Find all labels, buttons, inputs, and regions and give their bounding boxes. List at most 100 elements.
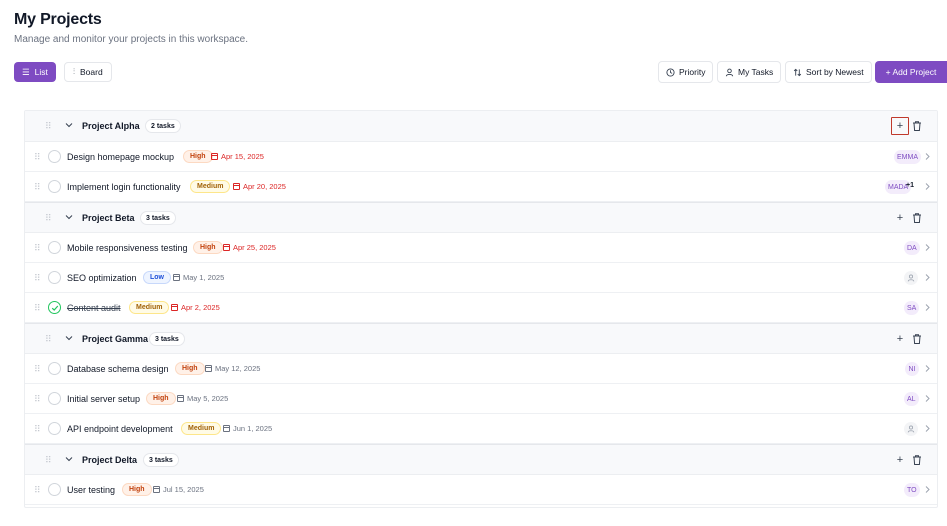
drag-handle-icon[interactable]: ⠿	[45, 214, 52, 223]
due-date: Apr 25, 2025	[223, 243, 276, 252]
sort-button[interactable]: Sort by Newest	[785, 61, 872, 83]
assignee-avatar[interactable]: TO	[904, 483, 920, 497]
my-tasks-button[interactable]: My Tasks	[717, 61, 782, 83]
add-task-button[interactable]: +	[891, 117, 909, 135]
priority-badge: Medium	[181, 422, 222, 435]
chevron-right-icon[interactable]	[923, 152, 931, 161]
task-row[interactable]: ⠿ Mobile responsiveness testing High Apr…	[25, 233, 937, 263]
assignee-avatar[interactable]: NI	[905, 362, 919, 376]
project-name: Project Beta	[82, 213, 135, 223]
drag-handle-icon[interactable]: ⠿	[34, 395, 41, 404]
due-date: May 12, 2025	[205, 364, 260, 373]
chevron-right-icon[interactable]	[923, 485, 931, 494]
drag-handle-icon[interactable]: ⠿	[45, 456, 52, 465]
chevron-right-icon[interactable]	[923, 303, 931, 312]
more-assignees[interactable]: +1	[906, 182, 914, 189]
drag-handle-icon[interactable]: ⠿	[34, 425, 41, 434]
board-view-button[interactable]: ⫶ Board	[64, 62, 112, 82]
task-checkbox[interactable]	[48, 422, 61, 435]
unassigned-user-icon[interactable]	[904, 422, 918, 436]
due-date: Jul 15, 2025	[153, 485, 204, 494]
trash-icon[interactable]	[911, 120, 923, 132]
task-checkbox[interactable]	[48, 180, 61, 193]
drag-handle-icon[interactable]: ⠿	[34, 153, 41, 162]
list-view-label: List	[34, 67, 48, 77]
task-title: User testing	[67, 485, 116, 495]
project-name: Project Gamma	[82, 334, 149, 344]
assignee-avatar[interactable]: SA	[904, 301, 920, 315]
trash-icon[interactable]	[911, 333, 923, 345]
project-group-alpha[interactable]: ⠿ Project Alpha 2 tasks +	[25, 111, 937, 142]
chevron-right-icon[interactable]	[923, 182, 931, 191]
list-view-button[interactable]: ☰ List	[14, 62, 56, 82]
task-checkbox[interactable]	[48, 392, 61, 405]
add-task-button[interactable]: +	[891, 330, 909, 348]
drag-handle-icon[interactable]: ⠿	[45, 122, 52, 131]
drag-handle-icon[interactable]: ⠿	[34, 244, 41, 253]
priority-badge: High	[183, 150, 213, 163]
task-title: Implement login functionality	[67, 182, 181, 192]
drag-handle-icon[interactable]: ⠿	[45, 335, 52, 344]
calendar-icon	[173, 274, 180, 281]
drag-handle-icon[interactable]: ⠿	[34, 486, 41, 495]
task-checkbox[interactable]	[48, 483, 61, 496]
assignee-avatar[interactable]: EMMA	[894, 150, 921, 164]
priority-badge: High	[193, 241, 223, 254]
checkmark-icon	[51, 305, 58, 311]
drag-handle-icon[interactable]: ⠿	[34, 365, 41, 374]
page-title: My Projects	[14, 11, 102, 28]
task-row[interactable]: ⠿ Design homepage mockup High Apr 15, 20…	[25, 142, 937, 172]
chevron-right-icon[interactable]	[923, 424, 931, 433]
priority-badge: Medium	[129, 301, 170, 314]
assignee-avatar[interactable]: DA	[904, 241, 920, 255]
chevron-right-icon[interactable]	[923, 394, 931, 403]
priority-badge: High	[122, 483, 152, 496]
unassigned-user-icon[interactable]	[904, 271, 918, 285]
task-count-badge: 3 tasks	[143, 453, 179, 467]
priority-filter-button[interactable]: Priority	[658, 61, 714, 83]
task-row[interactable]: ⠿ SEO optimization Low May 1, 2025	[25, 263, 937, 293]
task-row[interactable]: ⠿ Implement login functionality Medium A…	[25, 172, 937, 202]
chevron-down-icon[interactable]	[65, 121, 73, 129]
trash-icon[interactable]	[911, 212, 923, 224]
task-checkbox[interactable]	[48, 271, 61, 284]
task-row[interactable]: ⠿ Content audit Medium Apr 2, 2025 SA	[25, 293, 937, 323]
chevron-right-icon[interactable]	[923, 273, 931, 282]
task-checkbox[interactable]	[48, 150, 61, 163]
project-name: Project Delta	[82, 455, 138, 465]
chevron-down-icon[interactable]	[65, 334, 73, 342]
drag-handle-icon[interactable]: ⠿	[34, 183, 41, 192]
add-task-button[interactable]: +	[891, 451, 909, 469]
projects-table: ⠿ Project Alpha 2 tasks + ⠿ Design homep…	[24, 110, 938, 508]
task-row[interactable]: ⠿ API endpoint development Medium Jun 1,…	[25, 414, 937, 444]
task-row[interactable]: ⠿ Database schema design High May 12, 20…	[25, 354, 937, 384]
chevron-right-icon[interactable]	[923, 364, 931, 373]
task-title: Mobile responsiveness testing	[67, 243, 188, 253]
chevron-down-icon[interactable]	[65, 455, 73, 463]
sort-label: Sort by Newest	[806, 67, 864, 77]
task-checkbox[interactable]	[48, 241, 61, 254]
chevron-down-icon[interactable]	[65, 213, 73, 221]
calendar-icon	[205, 365, 212, 372]
project-group-beta[interactable]: ⠿ Project Beta 3 tasks +	[25, 202, 937, 233]
task-row[interactable]: ⠿ User testing High Jul 15, 2025 TO	[25, 475, 937, 505]
due-date: May 5, 2025	[177, 394, 228, 403]
task-checkbox[interactable]	[48, 362, 61, 375]
drag-handle-icon[interactable]: ⠿	[34, 304, 41, 313]
sort-arrows-icon	[793, 68, 802, 76]
chevron-right-icon[interactable]	[923, 243, 931, 252]
task-checkbox-checked[interactable]	[48, 301, 61, 314]
project-group-delta[interactable]: ⠿ Project Delta 3 tasks +	[25, 444, 937, 475]
drag-handle-icon[interactable]: ⠿	[34, 274, 41, 283]
calendar-icon	[223, 244, 230, 251]
project-group-gamma[interactable]: ⠿ Project Gamma 3 tasks +	[25, 323, 937, 354]
trash-icon[interactable]	[911, 454, 923, 466]
assignee-avatar[interactable]: AL	[904, 392, 919, 406]
calendar-icon	[153, 486, 160, 493]
add-task-button[interactable]: +	[891, 209, 909, 227]
task-row[interactable]: ⠿ Initial server setup High May 5, 2025 …	[25, 384, 937, 414]
due-date: May 1, 2025	[173, 273, 224, 282]
board-icon: ⫶	[73, 67, 75, 76]
add-project-button[interactable]: + Add Project	[875, 61, 947, 83]
task-title: Design homepage mockup	[67, 152, 175, 162]
